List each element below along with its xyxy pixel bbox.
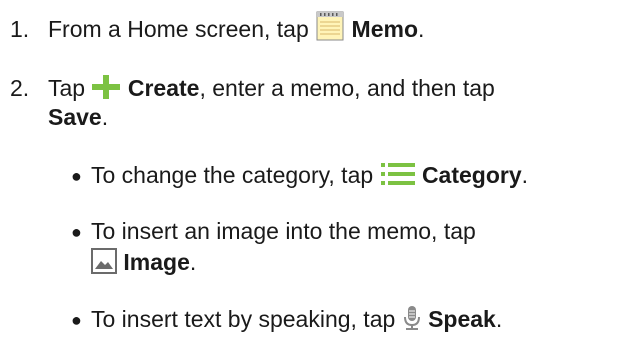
bullet-text: To insert text by speaking, tap <box>91 306 396 332</box>
step-text: From a Home screen, tap <box>48 16 309 42</box>
step-1: 1. From a Home screen, tap Memo. <box>0 11 424 46</box>
step-number: 2. <box>10 75 30 101</box>
bullet-item-continuation: Image. <box>91 248 196 279</box>
speak-label: Speak <box>428 306 496 332</box>
bullet-text: To change the category, tap <box>91 162 374 188</box>
memo-label: Memo <box>351 16 418 42</box>
step-number: 1. <box>10 16 30 42</box>
create-label: Create <box>127 75 200 101</box>
image-label: Image <box>123 249 190 275</box>
category-label: Category <box>421 162 522 188</box>
bullet-dot: ● <box>71 166 82 186</box>
step-2: 2. Tap Create, enter a memo, and then tap <box>0 74 495 105</box>
bullet-item: ● To insert text by speaking, tap Speak. <box>71 305 502 336</box>
image-icon <box>91 248 117 279</box>
bullet-item: ● To insert an image into the memo, tap <box>71 218 476 245</box>
category-list-icon <box>380 161 416 192</box>
plus-icon <box>91 74 121 105</box>
microphone-icon <box>402 305 422 336</box>
save-label: Save <box>48 104 102 130</box>
bullet-dot: ● <box>71 310 82 330</box>
bullet-item: ● To change the category, tap Category. <box>71 161 528 192</box>
memo-icon <box>315 11 345 46</box>
step-text: Tap <box>48 75 86 101</box>
step-2-continuation: Save. <box>48 104 109 130</box>
bullet-dot: ● <box>71 222 82 242</box>
bullet-text: To insert an image into the memo, tap <box>91 218 476 244</box>
